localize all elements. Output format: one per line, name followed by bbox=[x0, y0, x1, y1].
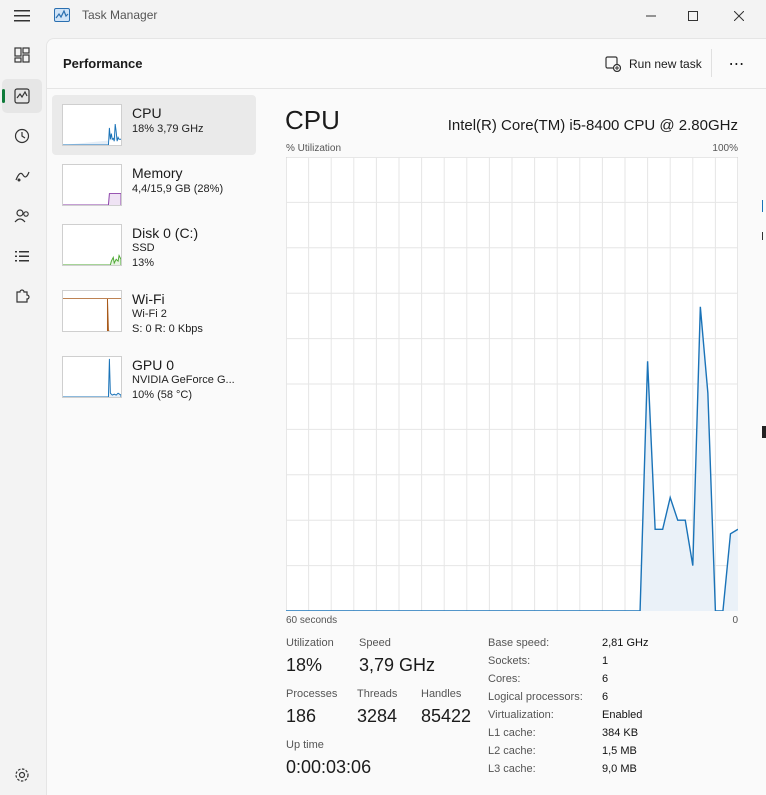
nav-settings[interactable] bbox=[2, 758, 42, 792]
cpu-model-name: Intel(R) Core(TM) i5-8400 CPU @ 2.80GHz bbox=[447, 117, 738, 134]
spec-label: L3 cache: bbox=[488, 763, 536, 775]
spec-value: 1,5 MB bbox=[602, 745, 637, 757]
spec-label: Base speed: bbox=[488, 637, 550, 649]
spec-label: Cores: bbox=[488, 673, 521, 685]
disk-thumbnail-graph bbox=[62, 224, 122, 266]
nav-users[interactable] bbox=[2, 199, 42, 233]
perf-item-name: Wi-Fi bbox=[132, 291, 165, 307]
perf-item-cpu[interactable]: CPU 18% 3,79 GHz bbox=[52, 95, 256, 155]
perf-item-memory[interactable]: Memory 4,4/15,9 GB (28%) bbox=[52, 155, 256, 215]
perf-item-wifi[interactable]: Wi-Fi Wi-Fi 2 S: 0 R: 0 Kbps bbox=[52, 275, 256, 335]
speed-value: 3,79 GHz bbox=[359, 655, 436, 675]
utilization-value: 18% bbox=[286, 655, 323, 675]
perf-item-name: GPU 0 bbox=[132, 357, 175, 373]
header-bar: Performance Run new task ⋯ bbox=[47, 39, 766, 89]
title-bar: Task Manager bbox=[0, 0, 766, 32]
task-manager-app-icon bbox=[54, 8, 70, 22]
hamburger-menu-button[interactable] bbox=[12, 6, 32, 26]
nav-app-history[interactable] bbox=[2, 119, 42, 153]
active-nav-indicator bbox=[2, 89, 5, 103]
perf-item-sub2: 10% (58 °C) bbox=[132, 389, 193, 401]
spec-value: 384 KB bbox=[602, 727, 639, 739]
wifi-thumbnail-graph bbox=[62, 290, 122, 332]
utilization-label: Utilization bbox=[286, 637, 334, 649]
startup-icon bbox=[15, 171, 30, 182]
threads-value: 3284 bbox=[357, 706, 398, 726]
perf-item-name: Memory bbox=[132, 165, 183, 181]
history-icon bbox=[14, 128, 30, 144]
minimize-icon bbox=[646, 15, 656, 17]
nav-processes[interactable] bbox=[2, 38, 42, 72]
users-icon bbox=[14, 209, 29, 223]
run-new-task-label: Run new task bbox=[629, 57, 702, 71]
spec-value: 6 bbox=[602, 691, 609, 703]
perf-item-sub: SSD bbox=[132, 242, 155, 254]
perf-item-disk[interactable]: Disk 0 (C:) SSD 13% bbox=[52, 215, 256, 275]
spec-value: 2,81 GHz bbox=[602, 637, 649, 649]
perf-item-gpu[interactable]: GPU 0 NVIDIA GeForce G... 10% (58 °C) bbox=[52, 341, 256, 401]
performance-icon bbox=[14, 88, 30, 104]
speed-label: Speed bbox=[359, 637, 391, 649]
spec-value: 9,0 MB bbox=[602, 763, 637, 775]
more-options-button[interactable]: ⋯ bbox=[723, 51, 751, 77]
maximize-icon bbox=[688, 11, 698, 21]
perf-item-sub: 18% 3,79 GHz bbox=[132, 123, 204, 135]
threads-label: Threads bbox=[357, 688, 398, 700]
details-list-icon bbox=[15, 251, 29, 262]
perf-item-name: Disk 0 (C:) bbox=[132, 225, 199, 241]
perf-item-sub: 4,4/15,9 GB (28%) bbox=[132, 183, 224, 195]
spec-value: Enabled bbox=[602, 709, 643, 721]
spec-label: Sockets: bbox=[488, 655, 531, 667]
perf-item-sub2: S: 0 R: 0 Kbps bbox=[132, 323, 203, 335]
close-icon bbox=[734, 11, 744, 21]
spec-label: Logical processors: bbox=[488, 691, 583, 703]
uptime-label: Up time bbox=[286, 739, 324, 751]
uptime-value: 0:00:03:06 bbox=[286, 757, 372, 777]
spec-label: L1 cache: bbox=[488, 727, 536, 739]
run-task-icon bbox=[605, 56, 621, 72]
processes-icon bbox=[14, 47, 30, 63]
handles-value: 85422 bbox=[421, 706, 472, 726]
spec-value: 1 bbox=[602, 655, 609, 667]
close-button[interactable] bbox=[716, 0, 762, 32]
processes-label: Processes bbox=[286, 688, 338, 700]
spec-value: 6 bbox=[602, 673, 609, 685]
header-divider bbox=[711, 49, 712, 77]
settings-gear-icon bbox=[15, 768, 29, 782]
x-axis-left-label: 60 seconds bbox=[286, 615, 338, 626]
spec-label: Virtualization: bbox=[488, 709, 554, 721]
perf-item-sub: Wi-Fi 2 bbox=[132, 308, 167, 320]
y-axis-label: % Utilization bbox=[286, 143, 342, 154]
gpu-thumbnail-graph bbox=[62, 356, 122, 398]
minimize-button[interactable] bbox=[628, 0, 674, 32]
nav-startup-apps[interactable] bbox=[2, 159, 42, 193]
spec-label: L2 cache: bbox=[488, 745, 536, 757]
processes-value: 186 bbox=[286, 706, 317, 726]
window-title: Task Manager bbox=[82, 8, 158, 22]
x-axis-right-label: 0 bbox=[732, 615, 738, 626]
perf-item-name: CPU bbox=[132, 105, 162, 121]
hamburger-icon bbox=[14, 10, 30, 22]
run-new-task-button[interactable]: Run new task bbox=[599, 51, 708, 77]
perf-item-sub: NVIDIA GeForce G... bbox=[132, 374, 235, 386]
memory-thumbnail-graph bbox=[62, 164, 122, 206]
nav-services[interactable] bbox=[2, 279, 42, 313]
perf-item-sub2: 13% bbox=[132, 257, 155, 269]
cpu-thumbnail-graph bbox=[62, 104, 122, 146]
services-puzzle-icon bbox=[16, 289, 30, 303]
cpu-utilization-graph bbox=[286, 157, 738, 611]
nav-performance[interactable] bbox=[2, 79, 42, 113]
y-axis-max: 100% bbox=[712, 143, 738, 154]
handles-label: Handles bbox=[421, 688, 462, 700]
nav-details[interactable] bbox=[2, 239, 42, 273]
page-title: Performance bbox=[63, 56, 143, 71]
background-window-edge bbox=[762, 200, 766, 438]
cpu-heading: CPU bbox=[285, 105, 340, 135]
main-content: Performance Run new task ⋯ CPU 18% 3,79 … bbox=[46, 38, 766, 795]
maximize-button[interactable] bbox=[670, 0, 716, 32]
